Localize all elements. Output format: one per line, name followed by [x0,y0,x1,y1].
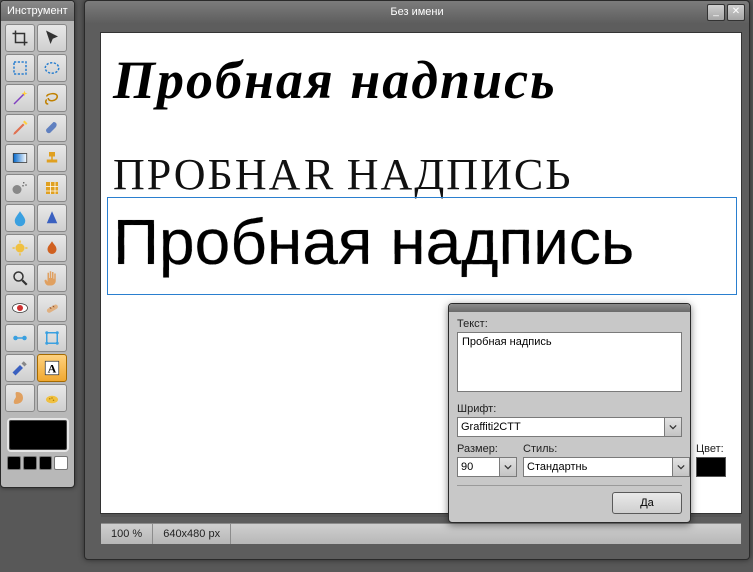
dodge-icon [11,239,29,257]
burn-icon [43,239,61,257]
text-tool-dialog: Текст: Шрифт: Размер: Стиль: [448,303,691,523]
status-bar: 100 % 640x480 px [101,523,741,544]
crop-icon [11,29,29,47]
document-title: Без имени [390,6,443,18]
red-eye-tool[interactable] [5,294,35,322]
pointer-tool[interactable] [37,24,67,52]
pencil-icon [11,119,29,137]
text-label: Текст: [457,318,682,330]
gradient-icon [11,149,29,167]
swatch-mini[interactable] [39,456,53,470]
ok-button[interactable]: Да [612,492,682,514]
chevron-down-icon [669,423,677,431]
align-tool[interactable] [5,324,35,352]
close-button[interactable]: ✕ [727,4,745,21]
lasso-icon [43,89,61,107]
sample-text-line-3: Пробная надпись [113,205,729,279]
pencil-tool[interactable] [5,114,35,142]
text-color-swatch[interactable] [696,457,726,477]
pointer-icon [43,29,61,47]
tool-palette-title: Инструмент [1,1,74,21]
pattern-tool[interactable] [37,174,67,202]
blur-icon [11,209,29,227]
spray-tool[interactable] [5,174,35,202]
font-dropdown-button[interactable] [664,417,682,437]
eyedropper-icon [11,359,29,377]
pattern-icon [43,179,61,197]
wand-tool[interactable] [5,84,35,112]
sample-text-line-2: ПРОБНАЯ НАДПИСЬ [113,149,729,200]
font-label: Шрифт: [457,403,682,415]
zoom-icon [11,269,29,287]
style-label: Стиль: [523,443,690,455]
heal-icon [43,299,61,317]
dialog-titlebar[interactable] [449,304,690,312]
swatch-mini[interactable] [54,456,68,470]
chevron-down-icon [504,463,512,471]
shape-tool[interactable] [37,324,67,352]
smudge-icon [11,389,29,407]
font-select[interactable] [457,417,664,437]
shape-icon [43,329,61,347]
text-icon: A [43,359,61,377]
swatch-history [7,456,68,470]
rect-select-tool[interactable] [5,54,35,82]
wand-icon [11,89,29,107]
swatch-mini[interactable] [23,456,37,470]
brush-icon [43,119,61,137]
lasso-tool[interactable] [37,84,67,112]
chevron-down-icon [677,463,685,471]
brush-tool[interactable] [37,114,67,142]
sample-text-line-1: Пробная надпись [113,49,729,111]
document-titlebar: Без имени _ ✕ [85,1,749,23]
status-dimensions: 640x480 px [153,524,231,544]
svg-text:A: A [48,362,57,376]
status-zoom[interactable]: 100 % [101,524,153,544]
rect-select-icon [11,59,29,77]
color-label: Цвет: [696,443,726,455]
style-select[interactable] [523,457,672,477]
eyedropper-tool[interactable] [5,354,35,382]
sponge-tool[interactable] [37,384,67,412]
burn-tool[interactable] [37,234,67,262]
red-eye-icon [11,299,29,317]
align-icon [11,329,29,347]
size-label: Размер: [457,443,517,455]
text-input[interactable] [457,332,682,392]
size-input[interactable] [457,457,499,477]
tool-grid: A [1,21,74,412]
swatch-mini[interactable] [7,456,21,470]
tool-palette-window: Инструмент A [0,0,75,488]
spray-icon [11,179,29,197]
heal-tool[interactable] [37,294,67,322]
dodge-tool[interactable] [5,234,35,262]
size-dropdown-button[interactable] [499,457,517,477]
style-dropdown-button[interactable] [672,457,690,477]
color-swatch-area [7,418,68,470]
gradient-tool[interactable] [5,144,35,172]
smudge-tool[interactable] [5,384,35,412]
hand-icon [43,269,61,287]
sponge-icon [43,389,61,407]
ellipse-select-icon [43,59,61,77]
crop-tool[interactable] [5,24,35,52]
stamp-icon [43,149,61,167]
hand-tool[interactable] [37,264,67,292]
sharpen-icon [43,209,61,227]
minimize-button[interactable]: _ [707,4,725,21]
ellipse-select-tool[interactable] [37,54,67,82]
foreground-color-swatch[interactable] [7,418,69,452]
text-tool[interactable]: A [37,354,67,382]
stamp-tool[interactable] [37,144,67,172]
blur-tool[interactable] [5,204,35,232]
zoom-tool[interactable] [5,264,35,292]
sharpen-tool[interactable] [37,204,67,232]
